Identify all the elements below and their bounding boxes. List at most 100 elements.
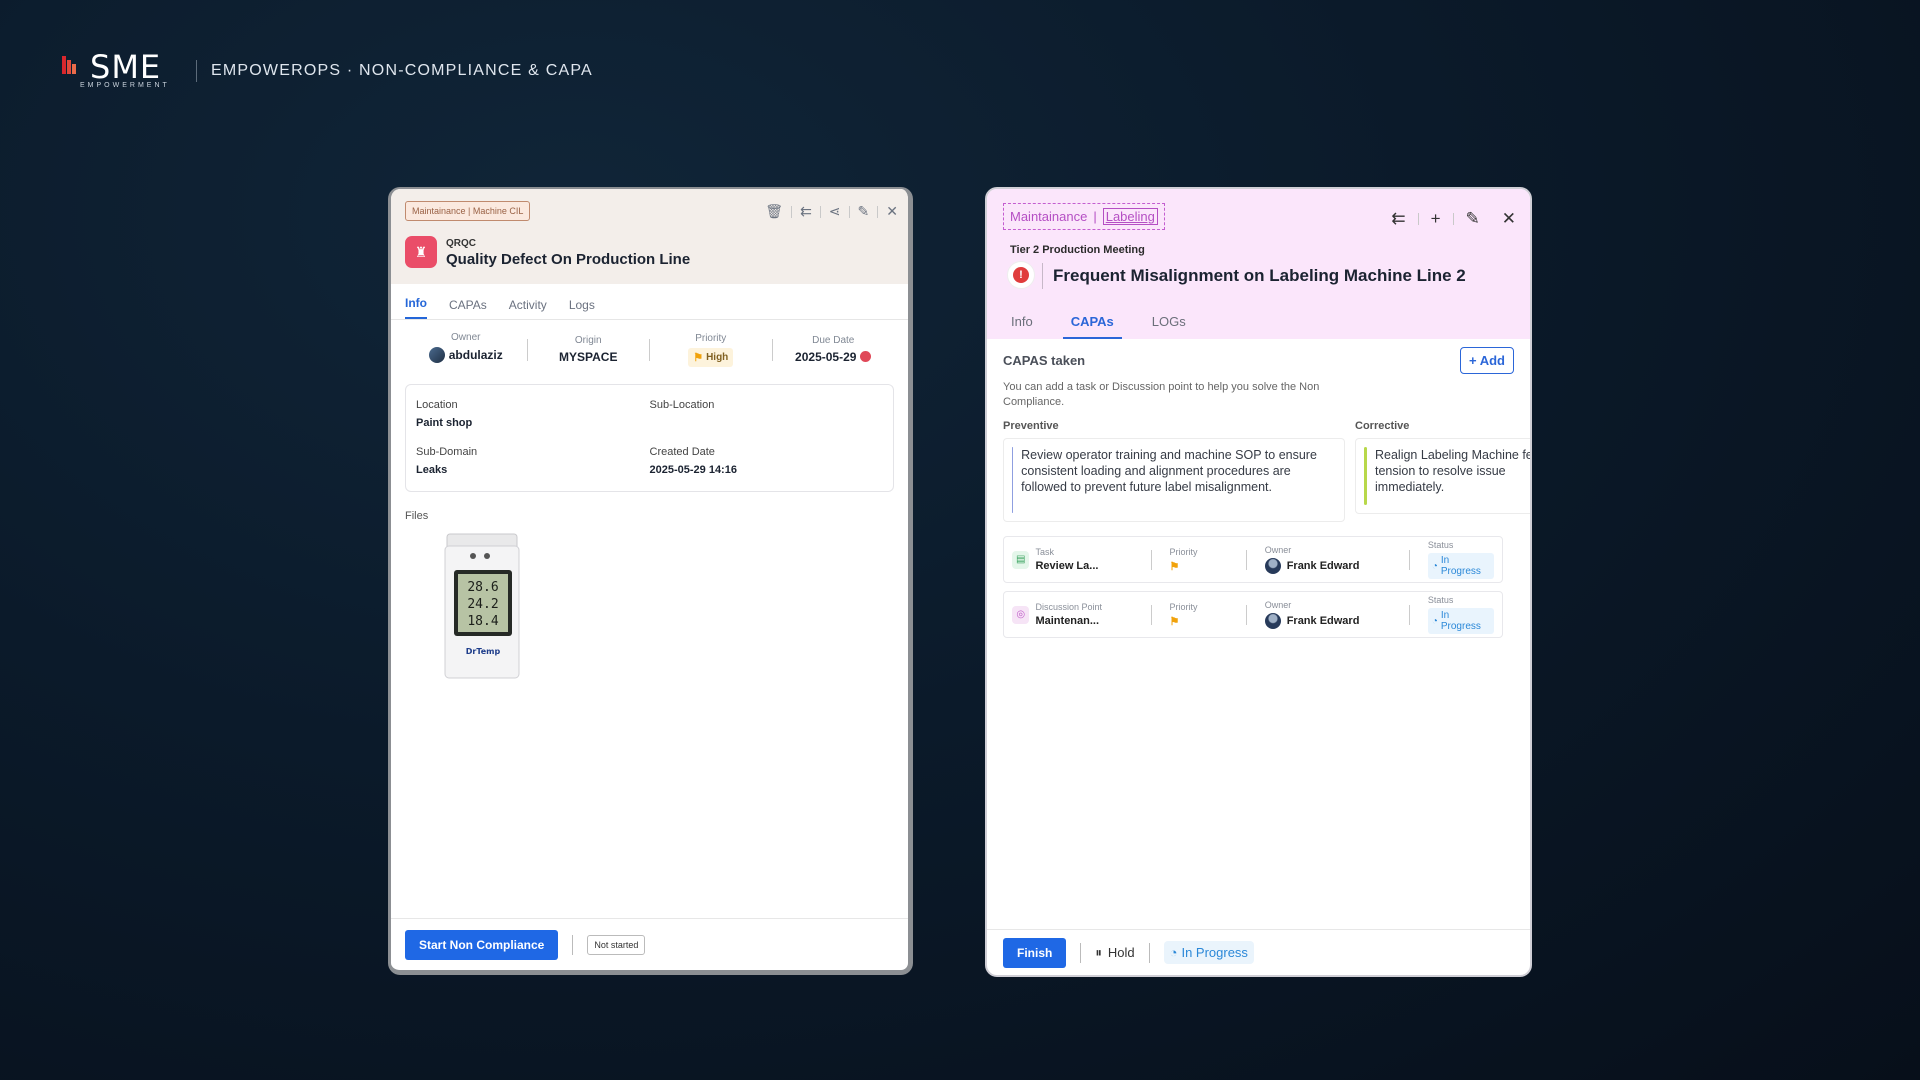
share-icon[interactable]: ⋖ — [829, 203, 841, 220]
tab-info[interactable]: Info — [1003, 314, 1041, 339]
due-text: 2025-05-29 — [795, 349, 857, 364]
due-meta: Due Date 2025-05-29 — [773, 335, 895, 366]
sublocation-field: Sub-Location — [650, 399, 884, 430]
tag-domain: Maintainance — [1010, 209, 1088, 224]
row-divider — [1245, 604, 1247, 625]
status-badge: Not started — [587, 934, 646, 955]
status-badge: ◔ In Progress — [1163, 941, 1254, 964]
app-title: EMPOWEROPS · NON-COMPLIANCE & CAPA — [211, 62, 593, 79]
capas-section: CAPAS taken + Add You can add a task or … — [987, 347, 1530, 638]
owner-name: Frank Edward — [1286, 615, 1360, 627]
discussion-name: Maintenan... — [1035, 615, 1100, 627]
priority-value[interactable]: ⚑ High — [688, 348, 734, 367]
row-divider — [1245, 549, 1247, 570]
avatar — [1264, 613, 1281, 629]
footer-divider — [1148, 942, 1150, 963]
discussion-status-cell: Status ◔ In Progress — [1427, 595, 1494, 634]
tab-logs[interactable]: Logs — [569, 298, 595, 319]
logo-text: SME — [90, 48, 162, 86]
discussion-priority-cell: Priority ⚑ — [1169, 602, 1227, 628]
origin-label: Origin — [574, 334, 602, 346]
add-capa-button[interactable]: + Add — [1460, 347, 1514, 374]
corrective-note[interactable]: Realign Labeling Machine feeder tension … — [1355, 438, 1530, 514]
priority-chip: ⚑ High — [688, 348, 734, 367]
flag-icon: ⚑ — [1169, 615, 1180, 628]
discussion-icon: ◎ — [1012, 605, 1030, 624]
plus-icon[interactable]: + — [1431, 209, 1441, 229]
owner-label: Owner — [1264, 545, 1292, 555]
preventive-note[interactable]: Review operator training and machine SOP… — [1003, 438, 1345, 522]
owner-value[interactable]: abdulaziz — [428, 347, 503, 363]
status-label: Status — [1427, 540, 1454, 550]
footer-divider — [1080, 942, 1082, 963]
close-icon[interactable]: ✕ — [886, 203, 898, 220]
clock-icon: ◔ — [1431, 615, 1438, 627]
panel-b-eyebrow: Tier 2 Production Meeting — [1010, 244, 1145, 256]
created-label: Created Date — [649, 446, 715, 458]
file-thumbnail-thermometer[interactable]: 28.6 24.2 18.4 DrTemp — [437, 532, 525, 680]
subdomain-label: Sub-Domain — [416, 446, 478, 458]
start-non-compliance-button[interactable]: Start Non Compliance — [405, 929, 559, 960]
row-divider — [1150, 549, 1152, 570]
avatar — [1264, 558, 1281, 574]
owner-label: Owner — [451, 332, 481, 343]
toolbar-divider — [819, 205, 821, 218]
finish-button[interactable]: Finish — [1003, 937, 1067, 968]
clock-icon: ◔ — [1169, 945, 1178, 960]
panel-b-header: Maintainance | Labeling ⇇ + ✎ ✕ Tier 2 P… — [987, 189, 1530, 339]
tab-capas[interactable]: CAPAs — [449, 298, 487, 319]
info-card: Location Paint shop Sub-Location Sub-Dom… — [405, 384, 894, 492]
brand-divider — [196, 60, 197, 82]
priority-label: Priority — [1169, 601, 1198, 612]
priority-meta: Priority ⚑ High — [650, 333, 772, 367]
edit-icon[interactable]: ✎ — [858, 203, 870, 220]
panel-b-toolbar: ⇇ + ✎ ✕ — [1391, 209, 1516, 229]
panel-a-eyebrow: QRQC — [446, 238, 476, 249]
collapse-icon[interactable]: ⇇ — [1391, 209, 1405, 229]
task-name-cell: Task Review La... — [1035, 547, 1132, 572]
panel-b-tabs: Info CAPAs LOGs — [1003, 314, 1194, 339]
preventive-column: Preventive Review operator training and … — [1003, 420, 1345, 522]
logo-subtext: EMPOWERMENT — [80, 82, 170, 89]
panel-b-title: Frequent Misalignment on Labeling Machin… — [1053, 266, 1466, 285]
hold-button[interactable]: ⏸ Hold — [1095, 945, 1134, 961]
toolbar-divider — [1452, 213, 1454, 225]
sublocation-value — [650, 417, 884, 430]
flag-icon: ⚑ — [1169, 560, 1180, 573]
due-value[interactable]: 2025-05-29 — [795, 349, 872, 364]
task-row[interactable]: ▤ Task Review La... Priority ⚑ Owner Fra… — [1003, 536, 1503, 583]
sme-logo: SME EMPOWERMENT — [62, 48, 182, 94]
tab-capas[interactable]: CAPAs — [1062, 314, 1122, 339]
toolbar-divider — [791, 205, 793, 218]
flag-icon: ⚑ — [693, 352, 704, 364]
discussion-owner-cell: Owner Frank Edward — [1264, 600, 1391, 629]
non-compliance-panel-labeling: Maintainance | Labeling ⇇ + ✎ ✕ Tier 2 P… — [985, 187, 1532, 977]
tab-logs[interactable]: LOGs — [1144, 314, 1194, 339]
subdomain-value: Leaks — [416, 464, 448, 476]
title-divider — [1042, 263, 1043, 289]
capas-description: You can add a task or Discussion point t… — [1003, 381, 1320, 408]
tab-activity[interactable]: Activity — [509, 298, 547, 319]
status-text: In Progress — [1440, 610, 1481, 632]
collapse-icon[interactable]: ⇇ — [800, 203, 812, 220]
task-icon: ▤ — [1012, 550, 1030, 569]
task-owner-cell: Owner Frank Edward — [1264, 545, 1391, 574]
thermo-line2: 24.2 — [467, 597, 498, 612]
panel-a-footer: Start Non Compliance Not started — [391, 918, 908, 970]
preventive-bar — [1012, 447, 1014, 513]
files-label: Files — [405, 510, 429, 522]
due-label: Due Date — [812, 334, 855, 346]
owner-name: abdulaziz — [448, 348, 503, 362]
origin-value: MYSPACE — [559, 349, 618, 364]
trash-icon[interactable]: 🗑 — [765, 203, 783, 220]
row-divider — [1408, 604, 1410, 625]
status-badge: ◔ In Progress — [1427, 553, 1494, 579]
tab-info[interactable]: Info — [405, 296, 427, 319]
close-icon[interactable]: ✕ — [1502, 209, 1516, 229]
discussion-row[interactable]: ◎ Discussion Point Maintenan... Priority… — [1003, 591, 1503, 638]
edit-icon[interactable]: ✎ — [1466, 209, 1480, 229]
location-label: Location — [416, 399, 458, 411]
domain-tag[interactable]: Maintainance | Labeling — [1003, 203, 1165, 230]
domain-tag[interactable]: Maintainance | Machine CIL — [405, 201, 531, 221]
subdomain-field: Sub-Domain Leaks — [416, 446, 650, 477]
